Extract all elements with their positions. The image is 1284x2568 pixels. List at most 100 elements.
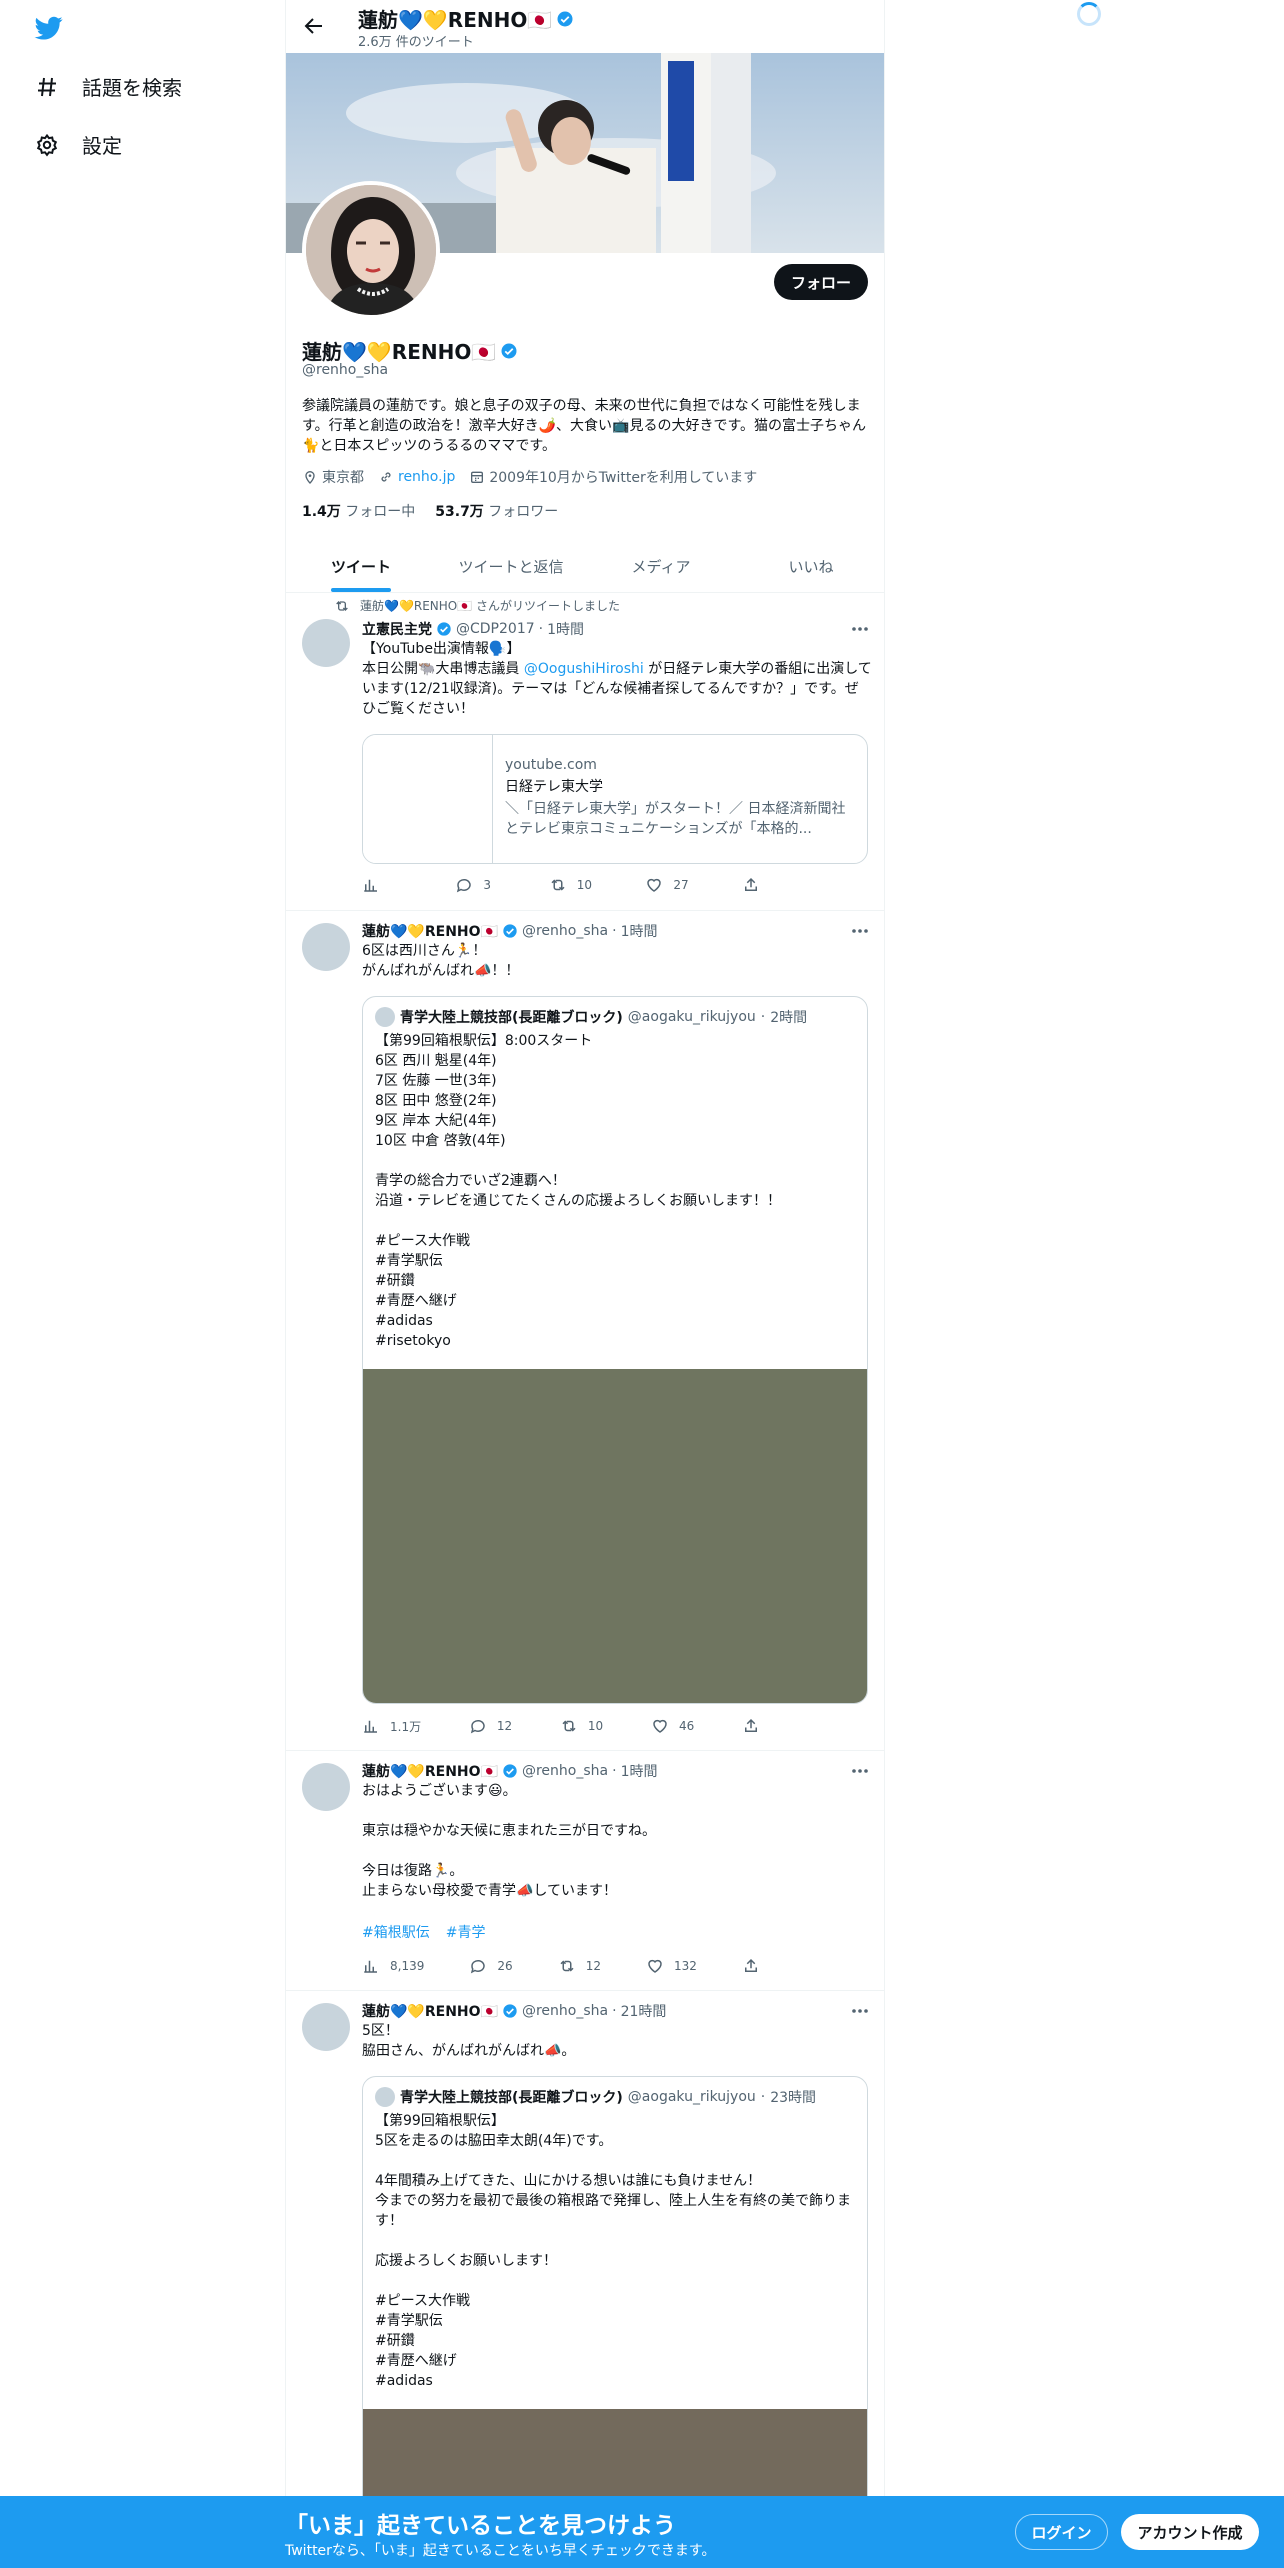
tweet[interactable]: 蓮舫💙💛RENHO🇯🇵 @renho_sha · 1時間 6区は西川さん🏃！ が… bbox=[286, 911, 884, 1751]
quoted-tweet-time: 2時間 bbox=[770, 1010, 808, 1026]
tweet-actions: 8,139 26 12 132 bbox=[362, 1957, 782, 1975]
more-options-icon[interactable] bbox=[850, 1761, 870, 1781]
retweet-indicator: 蓮舫💙💛RENHO🇯🇵 さんがリツイートしました bbox=[334, 597, 620, 614]
link-card[interactable]: youtube.com 日経テレ東大学 ＼「日経テレ東大学」がスタート！／ 日本… bbox=[362, 734, 868, 864]
tweet-author-handle: @CDP2017 bbox=[456, 621, 535, 637]
tweet-time[interactable]: 1時間 bbox=[621, 1761, 658, 1781]
tab-tweets[interactable]: ツイート bbox=[286, 540, 436, 592]
tweet-author-avatar[interactable] bbox=[302, 2003, 350, 2051]
profile-header-bar: 蓮舫💙💛RENHO🇯🇵 2.6万 件のツイート bbox=[286, 0, 884, 53]
website-item[interactable]: renho.jp bbox=[378, 469, 455, 485]
profile-tabs: ツイート ツイートと返信 メディア いいね bbox=[286, 540, 884, 593]
tweet-time[interactable]: 21時間 bbox=[621, 2001, 667, 2021]
tweet-text: 【YouTube出演情報🗣️】 本日公開🐃大串博志議員 @OogushiHiro… bbox=[362, 641, 872, 717]
share-button[interactable] bbox=[742, 876, 782, 894]
verified-badge-icon bbox=[436, 621, 452, 637]
more-options-icon[interactable] bbox=[850, 921, 870, 941]
quoted-author-handle: @aogaku_rikujyou bbox=[627, 2089, 756, 2105]
more-options-icon[interactable] bbox=[850, 2001, 870, 2021]
tweet-author-handle: @renho_sha bbox=[521, 2003, 609, 2019]
login-button[interactable]: ログイン bbox=[1015, 2514, 1108, 2550]
tweet[interactable]: 蓮舫💙💛RENHO🇯🇵 @renho_sha · 21時間 5区！ 脇田さん、が… bbox=[286, 1991, 884, 2568]
nav-explore-label: 話題を検索 bbox=[82, 76, 182, 100]
profile-meta: 東京都 renho.jp 2009年10月からTwitterを利用しています bbox=[302, 467, 757, 487]
tweet-text: おはようございます😃。 東京は穏やかな天候に恵まれた三が日ですね。 今日は復路🏃… bbox=[362, 1783, 656, 1899]
quoted-tweet-time: 23時間 bbox=[770, 2090, 817, 2106]
reply-button[interactable]: 26 bbox=[469, 1957, 513, 1975]
followers-stat[interactable]: 53.7万 フォロワー bbox=[435, 501, 558, 521]
share-button[interactable] bbox=[742, 1957, 782, 1975]
tweet-time[interactable]: 1時間 bbox=[621, 921, 658, 941]
link-card-domain: youtube.com bbox=[505, 757, 597, 773]
profile-handle: @renho_sha bbox=[302, 362, 389, 378]
tweet[interactable]: 蓮舫💙💛RENHO🇯🇵 さんがリツイートしました 立憲民主党 @CDP2017 … bbox=[286, 593, 884, 911]
nav-settings[interactable]: 設定 bbox=[34, 130, 122, 159]
views-button[interactable]: 8,139 bbox=[362, 1957, 424, 1975]
tweet-header: 蓮舫💙💛RENHO🇯🇵 @renho_sha · 1時間 bbox=[362, 921, 658, 941]
tweet[interactable]: 蓮舫💙💛RENHO🇯🇵 @renho_sha · 1時間 おはようございます😃。… bbox=[286, 1751, 884, 1991]
reply-button[interactable]: 3 bbox=[455, 876, 495, 894]
like-button[interactable]: 46 bbox=[651, 1717, 694, 1735]
profile-bio: 参議院議員の蓮舫です。娘と息子の双子の母、未来の世代に負担ではなく可能性を残しま… bbox=[302, 398, 867, 454]
more-options-icon[interactable] bbox=[850, 619, 870, 639]
tweet-author-name[interactable]: 蓮舫💙💛RENHO🇯🇵 bbox=[362, 921, 498, 941]
gear-icon bbox=[34, 132, 60, 158]
signup-banner-subtitle: Twitterなら、「いま」起きていることをいち早くチェックできます。 bbox=[285, 2543, 716, 2559]
tweet-time[interactable]: 1時間 bbox=[547, 619, 584, 639]
tweet-author-avatar[interactable] bbox=[302, 923, 350, 971]
tweet-actions: 1.1万 12 10 46 bbox=[362, 1717, 782, 1735]
quoted-tweet[interactable]: 青学大陸上競技部(長距離ブロック) @aogaku_rikujyou · 23時… bbox=[362, 2076, 868, 2568]
calendar-icon bbox=[469, 469, 485, 485]
retweet-button[interactable]: 12 bbox=[558, 1957, 601, 1975]
tab-tweets-and-replies[interactable]: ツイートと返信 bbox=[436, 540, 586, 592]
nav-settings-label: 設定 bbox=[82, 134, 122, 158]
tab-media[interactable]: メディア bbox=[586, 540, 736, 592]
tweet-author-name[interactable]: 立憲民主党 bbox=[362, 619, 432, 639]
tweet-author-avatar[interactable] bbox=[302, 619, 350, 667]
quoted-author-name: 青学大陸上競技部(長距離ブロック) bbox=[400, 1010, 623, 1026]
retweet-icon bbox=[334, 598, 350, 614]
quoted-author-handle: @aogaku_rikujyou bbox=[627, 1009, 756, 1025]
hashtag-icon bbox=[34, 74, 60, 100]
website-link[interactable]: renho.jp bbox=[398, 469, 455, 485]
profile-avatar[interactable] bbox=[302, 181, 440, 319]
following-stat[interactable]: 1.4万 フォロー中 bbox=[302, 501, 415, 521]
follow-button[interactable]: フォロー bbox=[774, 264, 868, 300]
like-button[interactable]: 27 bbox=[645, 876, 689, 894]
header-profile-name: 蓮舫💙💛RENHO🇯🇵 bbox=[358, 4, 574, 33]
quoted-tweet[interactable]: 青学大陸上競技部(長距離ブロック) @aogaku_rikujyou · 2時間… bbox=[362, 996, 868, 1704]
reply-button[interactable]: 12 bbox=[469, 1717, 512, 1735]
share-button[interactable] bbox=[742, 1717, 782, 1735]
like-button[interactable]: 132 bbox=[646, 1957, 697, 1975]
hashtag-link[interactable]: #箱根駅伝 bbox=[362, 1923, 430, 1943]
verified-badge-icon bbox=[502, 923, 518, 939]
link-card-description: ＼「日経テレ東大学」がスタート！／ 日本経済新聞社とテレビ東京コミュニケーション… bbox=[505, 801, 846, 837]
hashtag-link[interactable]: #青学 bbox=[446, 1923, 486, 1943]
retweet-button[interactable]: 10 bbox=[549, 876, 592, 894]
views-button[interactable]: 1.1万 bbox=[362, 1717, 421, 1735]
tweet-author-name[interactable]: 蓮舫💙💛RENHO🇯🇵 bbox=[362, 1761, 498, 1781]
quoted-tweet-media[interactable] bbox=[363, 1369, 867, 1703]
quoted-tweet-header: 青学大陸上競技部(長距離ブロック) @aogaku_rikujyou · 2時間 bbox=[375, 1007, 807, 1027]
profile-stats: 1.4万 フォロー中 53.7万 フォロワー bbox=[302, 501, 558, 521]
link-card-text: youtube.com 日経テレ東大学 ＼「日経テレ東大学」がスタート！／ 日本… bbox=[505, 755, 857, 839]
nav-explore[interactable]: 話題を検索 bbox=[34, 72, 182, 101]
tweet-author-avatar[interactable] bbox=[302, 1763, 350, 1811]
quoted-author-avatar bbox=[375, 2087, 395, 2107]
quoted-tweet-text: 【第99回箱根駅伝】 5区を走るのは脇田幸太朗(4年)です。 4年間積み上げてき… bbox=[375, 2113, 851, 2389]
retweet-button[interactable]: 10 bbox=[560, 1717, 603, 1735]
back-arrow-icon[interactable] bbox=[302, 14, 326, 38]
signup-banner: 「いま」起きていることを見つけよう Twitterなら、「いま」起きていることを… bbox=[0, 2496, 1284, 2568]
location-item: 東京都 bbox=[302, 467, 364, 487]
header-tweet-count: 2.6万 件のツイート bbox=[358, 35, 474, 50]
create-account-button[interactable]: アカウント作成 bbox=[1121, 2514, 1259, 2550]
tweet-author-name[interactable]: 蓮舫💙💛RENHO🇯🇵 bbox=[362, 2001, 498, 2021]
profile-name: 蓮舫💙💛RENHO🇯🇵 bbox=[302, 336, 518, 365]
location-pin-icon bbox=[302, 469, 318, 485]
tab-likes[interactable]: いいね bbox=[736, 540, 884, 592]
mention-link[interactable]: @OogushiHiroshi bbox=[524, 661, 644, 677]
tweet-text: 6区は西川さん🏃！ がんばれがんばれ📣！！ bbox=[362, 943, 520, 979]
twitter-logo-icon[interactable] bbox=[33, 14, 65, 42]
views-button[interactable] bbox=[362, 876, 402, 894]
quoted-author-avatar bbox=[375, 1007, 395, 1027]
